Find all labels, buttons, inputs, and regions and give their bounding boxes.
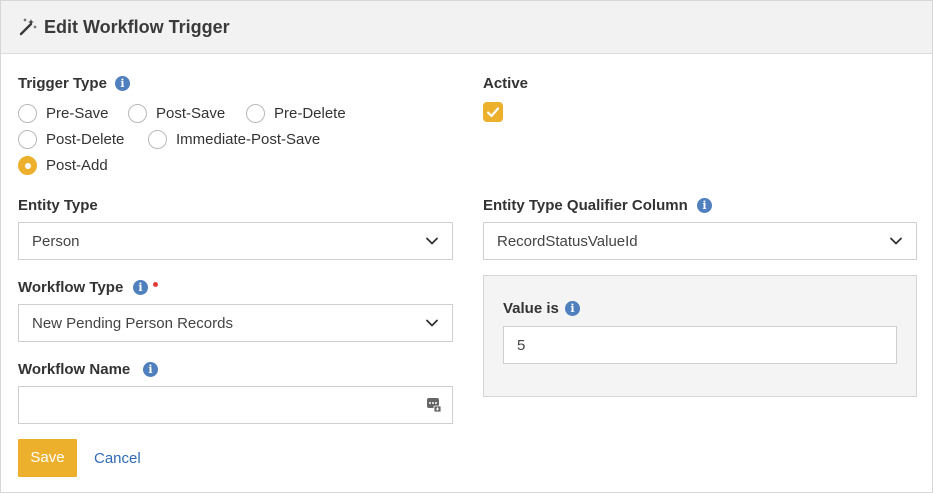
select-value: New Pending Person Records xyxy=(32,315,233,332)
cancel-link[interactable]: Cancel xyxy=(94,450,141,467)
save-button[interactable]: Save xyxy=(18,439,77,477)
required-indicator xyxy=(153,282,158,287)
page-title: Edit Workflow Trigger xyxy=(44,17,230,37)
radio-post-delete[interactable]: Post-Delete xyxy=(18,130,124,149)
workflow-type-label: Workflow Type xyxy=(18,279,124,296)
workflow-name-input[interactable] xyxy=(18,386,453,424)
radio-label: Pre-Delete xyxy=(274,105,346,122)
workflow-type-select[interactable]: New Pending Person Records xyxy=(18,304,453,342)
radio-label: Pre-Save xyxy=(46,105,109,122)
radio-post-save[interactable]: Post-Save xyxy=(128,104,225,123)
entity-type-label: Entity Type xyxy=(18,197,98,214)
qualifier-value-box: Value is i 5 xyxy=(483,275,917,397)
qualifier-column-select[interactable]: RecordStatusValueId xyxy=(483,222,917,260)
radio-button-selected[interactable] xyxy=(18,156,37,175)
radio-pre-save[interactable]: Pre-Save xyxy=(18,104,109,123)
checkmark-icon xyxy=(486,107,500,118)
select-value: RecordStatusValueId xyxy=(497,233,638,250)
info-icon[interactable]: i xyxy=(115,76,130,91)
select-value: Person xyxy=(32,233,80,250)
radio-button[interactable] xyxy=(128,104,147,123)
active-label: Active xyxy=(483,75,529,92)
input-value: 5 xyxy=(517,337,526,354)
workflow-name-label: Workflow Name xyxy=(18,361,131,378)
lava-template-icon[interactable] xyxy=(426,397,442,413)
radio-immediate-post-save[interactable]: Immediate-Post-Save xyxy=(148,130,320,149)
chevron-down-icon xyxy=(426,237,438,245)
chevron-down-icon xyxy=(426,319,438,327)
radio-post-add[interactable]: Post-Add xyxy=(18,156,108,175)
edit-workflow-trigger-panel: Edit Workflow Trigger Trigger Type i Pre… xyxy=(0,0,933,493)
value-is-label: Value is xyxy=(503,300,559,317)
radio-button[interactable] xyxy=(18,130,37,149)
chevron-down-icon xyxy=(890,237,902,245)
trigger-type-label: Trigger Type xyxy=(18,75,107,92)
radio-button[interactable] xyxy=(148,130,167,149)
value-is-input[interactable]: 5 xyxy=(503,326,897,364)
info-icon[interactable]: i xyxy=(697,198,712,213)
qualifier-column-label: Entity Type Qualifier Column xyxy=(483,197,688,214)
info-icon[interactable]: i xyxy=(565,301,580,316)
radio-label: Post-Delete xyxy=(46,131,125,148)
active-checkbox[interactable] xyxy=(483,102,503,122)
radio-button[interactable] xyxy=(246,104,265,123)
radio-button[interactable] xyxy=(18,104,37,123)
info-icon[interactable]: i xyxy=(133,280,148,295)
entity-type-select[interactable]: Person xyxy=(18,222,453,260)
magic-wand-icon xyxy=(19,18,37,36)
radio-pre-delete[interactable]: Pre-Delete xyxy=(246,104,346,123)
radio-label: Post-Add xyxy=(46,157,108,174)
radio-label: Immediate-Post-Save xyxy=(176,131,321,148)
panel-header: Edit Workflow Trigger xyxy=(1,1,932,54)
radio-label: Post-Save xyxy=(156,105,226,122)
info-icon[interactable]: i xyxy=(143,362,158,377)
